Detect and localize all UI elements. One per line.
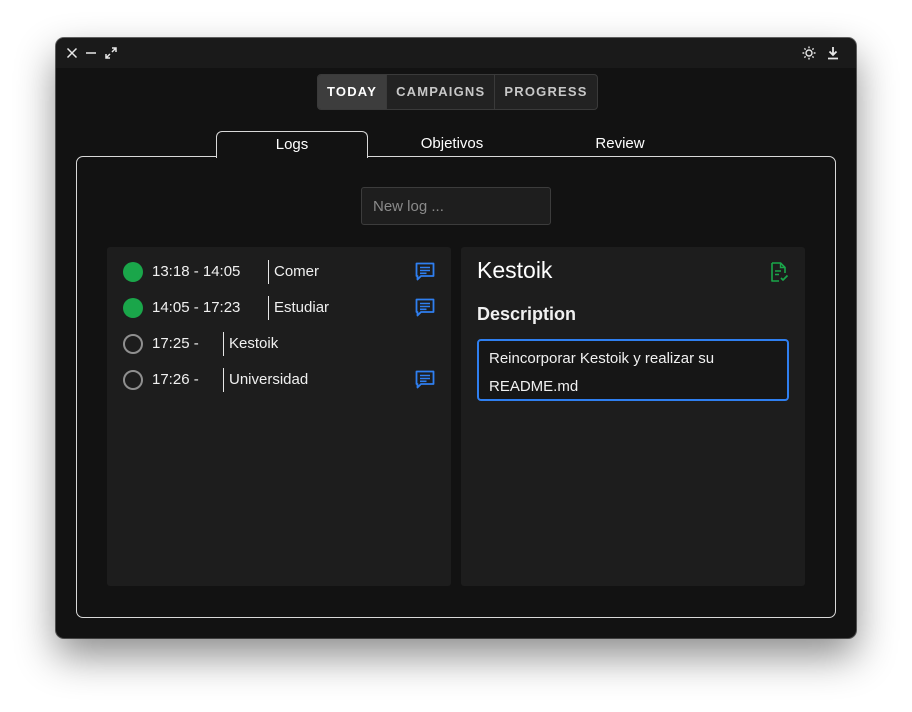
- subtab-objetivos[interactable]: Objetivos: [376, 131, 528, 157]
- download-icon[interactable]: [825, 45, 841, 61]
- main-tab-bar: TODAY CAMPAIGNS PROGRESS: [317, 74, 598, 110]
- log-time: 17:25 -: [152, 335, 203, 352]
- close-icon[interactable]: [64, 45, 80, 61]
- tab-progress[interactable]: PROGRESS: [495, 75, 596, 109]
- sun-icon[interactable]: [801, 45, 817, 61]
- log-row-comer[interactable]: 13:18 - 14:05 Comer: [107, 254, 451, 290]
- divider: [223, 368, 224, 392]
- status-pending-icon[interactable]: [123, 334, 143, 354]
- log-detail-panel: Kestoik Description Reincorporar Kestoik…: [461, 247, 805, 586]
- subtab-logs[interactable]: Logs: [216, 131, 368, 158]
- title-bar: [56, 38, 856, 68]
- new-log-input[interactable]: [361, 187, 551, 225]
- log-name: Kestoik: [229, 335, 279, 352]
- tab-campaigns[interactable]: CAMPAIGNS: [387, 75, 496, 109]
- minimize-icon[interactable]: [83, 45, 99, 61]
- log-list: 13:18 - 14:05 Comer 14:05 - 17:23 Estudi…: [107, 247, 451, 586]
- tab-today[interactable]: TODAY: [318, 75, 388, 109]
- description-heading: Description: [477, 304, 577, 324]
- log-row-universidad[interactable]: 17:26 - Universidad: [107, 362, 451, 398]
- description-field[interactable]: Reincorporar Kestoik y realizar su READM…: [477, 339, 789, 401]
- log-name: Estudiar: [274, 299, 330, 316]
- document-check-icon[interactable]: [768, 261, 790, 283]
- comment-icon[interactable]: [414, 369, 436, 391]
- log-time: 13:18 - 14:05: [152, 263, 241, 280]
- log-row-estudiar[interactable]: 14:05 - 17:23 Estudiar: [107, 290, 451, 326]
- divider: [223, 332, 224, 356]
- comment-icon[interactable]: [414, 297, 436, 319]
- divider: [268, 296, 269, 320]
- status-pending-icon[interactable]: [123, 370, 143, 390]
- detail-title: Kestoik: [477, 257, 553, 283]
- app-window: TODAY CAMPAIGNS PROGRESS Logs Objetivos …: [56, 38, 856, 638]
- status-done-icon[interactable]: [123, 298, 143, 318]
- log-time: 17:26 -: [152, 371, 203, 388]
- log-row-kestoik[interactable]: 17:25 - Kestoik: [107, 326, 451, 362]
- status-done-icon[interactable]: [123, 262, 143, 282]
- log-name: Universidad: [229, 371, 309, 388]
- comment-icon[interactable]: [414, 261, 436, 283]
- expand-icon[interactable]: [103, 45, 119, 61]
- divider: [268, 260, 269, 284]
- log-time: 14:05 - 17:23: [152, 299, 241, 316]
- log-name: Comer: [274, 263, 320, 280]
- subtab-review[interactable]: Review: [544, 131, 696, 157]
